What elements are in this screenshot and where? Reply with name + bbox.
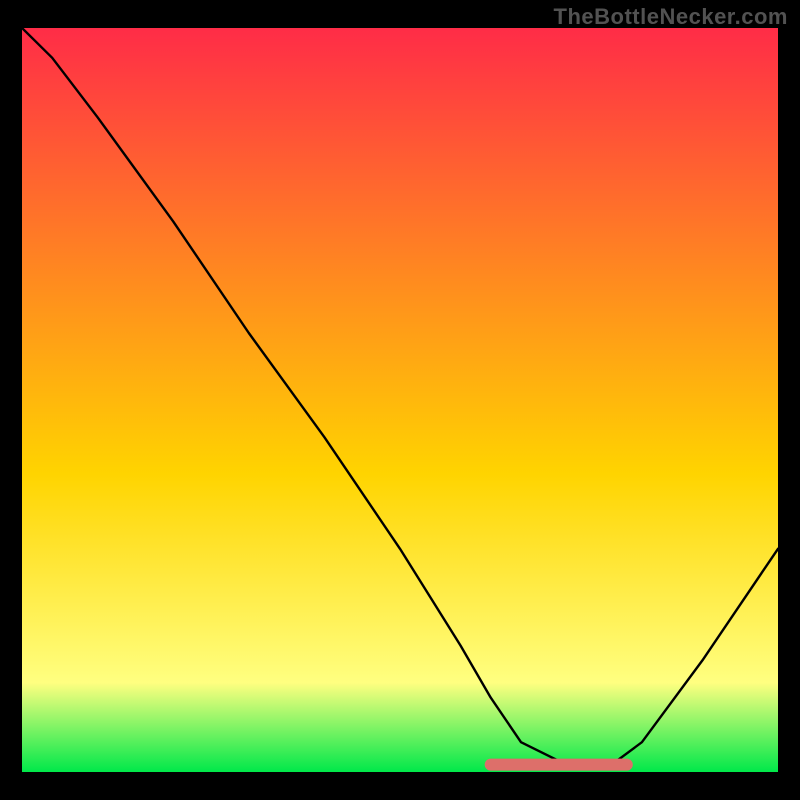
chart-frame: TheBottleNecker.com	[0, 0, 800, 800]
plot-area	[22, 28, 778, 772]
plot-svg	[22, 28, 778, 772]
gradient-bg	[22, 28, 778, 772]
watermark-text: TheBottleNecker.com	[554, 4, 788, 30]
